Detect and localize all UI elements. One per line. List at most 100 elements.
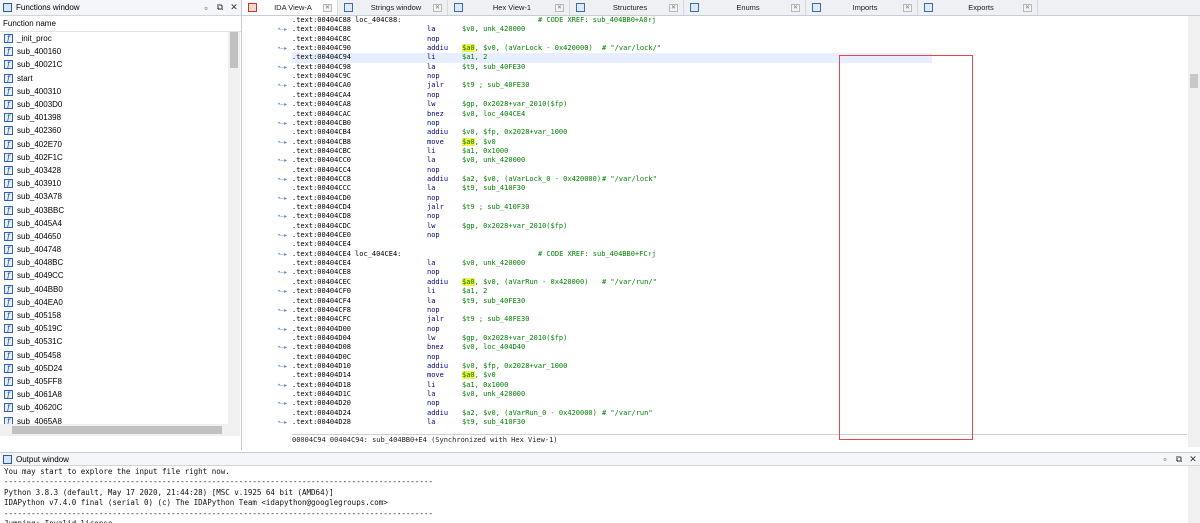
close-icon[interactable]: ✕ (1186, 454, 1200, 465)
instruction-operands[interactable]: $a0, $v0 (462, 371, 496, 380)
tab-hex-view-1[interactable]: Hex View-1 ✕ (448, 0, 570, 15)
function-list-item[interactable]: f sub_405FF8 (0, 375, 228, 388)
instruction-mnemonic[interactable]: la (427, 63, 435, 72)
disassembly-line[interactable]: .text:00404CB8 move $a0, $v0 (292, 137, 932, 147)
instruction-operands[interactable]: $a0, $v0, (aVarRun - 0x420000) (462, 277, 588, 287)
function-list-item[interactable]: f sub_40620C (0, 401, 228, 414)
function-list-item[interactable]: f _init_proc (0, 32, 228, 45)
disassembly-line[interactable]: .text:00404CD0 nop (292, 194, 932, 203)
output-vertical-scrollbar[interactable] (1188, 466, 1200, 523)
instruction-mnemonic[interactable]: la (427, 259, 435, 268)
instruction-mnemonic[interactable]: addiu (427, 44, 448, 53)
disassembly-line[interactable]: .text:00404D28 la $t9, sub_410F30 (292, 418, 932, 427)
instruction-mnemonic[interactable]: li (427, 147, 435, 156)
disassembly-line[interactable]: .text:00404CE4 la $v0, unk_420000 (292, 259, 932, 268)
instruction-mnemonic[interactable]: li (427, 381, 435, 390)
instruction-mnemonic[interactable]: nop (427, 166, 440, 175)
function-list-item[interactable]: f sub_4048BC (0, 256, 228, 269)
tab-close-icon[interactable]: ✕ (669, 3, 678, 12)
function-list[interactable]: f _init_proc f sub_400160 f sub_40021C f start f… (0, 32, 228, 424)
disassembly-line[interactable]: .text:00404CAC bnez $v0, loc_404CE4 (292, 110, 932, 119)
function-list-item[interactable]: f sub_403A78 (0, 190, 228, 203)
tab-close-icon[interactable]: ✕ (1023, 3, 1032, 12)
restore-icon[interactable]: ▫ (199, 3, 213, 13)
register-highlight[interactable]: $a0 (462, 44, 475, 53)
instruction-operands[interactable]: $gp, 0x2028+var_2010($fp) (462, 100, 567, 109)
output-log[interactable]: You may start to explore the input file … (4, 467, 1184, 523)
disassembly-line[interactable]: .text:00404CE4 (292, 240, 932, 249)
disassembly-line[interactable]: .text:00404C8C nop (292, 35, 932, 44)
float-icon[interactable]: ⧉ (1172, 454, 1186, 465)
scrollbar-thumb[interactable] (1190, 74, 1198, 88)
tab-close-icon[interactable]: ✕ (555, 3, 564, 12)
function-list-item[interactable]: f start (0, 72, 228, 85)
instruction-mnemonic[interactable]: la (427, 25, 435, 34)
instruction-mnemonic[interactable]: addiu (427, 409, 448, 418)
instruction-mnemonic[interactable]: addiu (427, 362, 448, 371)
instruction-operands[interactable]: $a1, 0x1000 (462, 381, 508, 390)
function-list-item[interactable]: f sub_403BBC (0, 203, 228, 216)
disassembly-line[interactable]: .text:00404CF0 li $a1, 2 (292, 287, 932, 296)
function-list-item[interactable]: f sub_4003D0 (0, 98, 228, 111)
disassembly-line[interactable]: .text:00404CA0 jalr $t9 ; sub_40FE30 (292, 81, 932, 90)
tab-structures[interactable]: Structures ✕ (570, 0, 684, 15)
disassembly-line[interactable]: .text:00404D0C nop (292, 353, 932, 362)
instruction-mnemonic[interactable]: nop (427, 353, 440, 362)
instruction-mnemonic[interactable]: nop (427, 306, 440, 315)
tab-ida-view-a[interactable]: IDA View-A ✕ (242, 0, 338, 15)
instruction-mnemonic[interactable]: nop (427, 212, 440, 221)
instruction-operands[interactable]: $t9 ; sub_40FE30 (462, 315, 529, 324)
register-highlight[interactable]: $a0 (462, 371, 475, 380)
instruction-mnemonic[interactable]: nop (427, 399, 440, 408)
disassembly-line[interactable]: .text:00404CC0 la $v0, unk_420000 (292, 156, 932, 165)
function-list-item[interactable]: f sub_402F1C (0, 151, 228, 164)
instruction-mnemonic[interactable]: li (427, 287, 435, 296)
tab-strings-window[interactable]: Strings window ✕ (338, 0, 448, 15)
instruction-operands[interactable]: $v0, $fp, 0x2028+var_1000 (462, 128, 567, 137)
disassembly-line[interactable]: .text:00404CC8 addiu $a2, $v0, (aVarLock_0… (292, 175, 932, 184)
function-list-item[interactable]: f sub_404EA0 (0, 296, 228, 309)
instruction-operands[interactable]: $t9 ; sub_410F30 (462, 203, 529, 212)
functions-vertical-scrollbar[interactable] (228, 32, 240, 424)
disassembly-line[interactable]: .text:00404D04 lw $gp, 0x2028+var_2010($fp… (292, 334, 932, 343)
instruction-operands[interactable]: $v0, unk_420000 (462, 390, 525, 399)
instruction-mnemonic[interactable]: la (427, 390, 435, 399)
instruction-operands[interactable]: $gp, 0x2028+var_2010($fp) (462, 222, 567, 231)
tab-close-icon[interactable]: ✕ (903, 3, 912, 12)
instruction-operands[interactable]: $gp, 0x2028+var_2010($fp) (462, 334, 567, 343)
instruction-operands[interactable]: $t9, sub_410F30 (462, 184, 525, 193)
float-icon[interactable]: ⧉ (213, 2, 227, 13)
instruction-operands[interactable]: $v0, unk_420000 (462, 259, 525, 268)
disassembly-line[interactable]: .text:00404CDC lw $gp, 0x2028+var_2010($fp… (292, 222, 932, 231)
instruction-operands[interactable]: $v0, loc_404D40 (462, 343, 525, 352)
instruction-operands[interactable]: $a0, $v0, (aVarLock - 0x420000) (462, 44, 593, 53)
instruction-operands[interactable]: $a1, 0x1000 (462, 147, 508, 156)
function-list-item[interactable]: f sub_4045A4 (0, 217, 228, 230)
instruction-operands[interactable]: $a0, $v0 (462, 137, 496, 147)
instruction-mnemonic[interactable]: jalr (427, 315, 444, 324)
instruction-mnemonic[interactable]: bnez (427, 343, 444, 352)
function-list-item[interactable]: f sub_405D24 (0, 362, 228, 375)
function-list-item[interactable]: f sub_4065A8 (0, 414, 228, 424)
function-list-item[interactable]: f sub_404650 (0, 230, 228, 243)
disassembly-line[interactable]: .text:00404CCC la $t9, sub_410F30 (292, 184, 932, 193)
instruction-mnemonic[interactable]: nop (427, 72, 440, 81)
code-label[interactable]: loc_404CE4: (355, 250, 401, 258)
tab-close-icon[interactable]: ✕ (323, 3, 332, 12)
disassembly-line[interactable]: .text:00404D08 bnez $v0, loc_404D40 (292, 343, 932, 352)
function-name-column-header[interactable]: Function name (0, 16, 241, 32)
tab-imports[interactable]: Imports ✕ (806, 0, 918, 15)
instruction-operands[interactable]: $t9 ; sub_40FE30 (462, 81, 529, 90)
instruction-mnemonic[interactable]: move (427, 371, 444, 380)
instruction-operands[interactable]: $t9, sub_40FE30 (462, 297, 525, 306)
instruction-operands[interactable]: $v0, loc_404CE4 (462, 110, 525, 119)
disassembly-line[interactable]: .text:00404D00 nop (292, 325, 932, 334)
disassembly-line[interactable]: .text:00404CC4 nop (292, 166, 932, 175)
instruction-mnemonic[interactable]: addiu (427, 128, 448, 137)
disassembly-line[interactable]: .text:00404CB0 nop (292, 119, 932, 128)
disassembly-line[interactable]: .text:00404C88 la $v0, unk_420000 (292, 25, 932, 34)
function-list-item[interactable]: f sub_40531C (0, 335, 228, 348)
ida-view-a[interactable]: •—▸ •—▸ •—▸ •—▸ •—▸ •—▸ •—▸ •—▸ •—▸ •—▸ •—▸ •—▸ •—▸ •… (242, 16, 1200, 447)
scrollbar-thumb[interactable] (230, 32, 238, 68)
disassembly-line[interactable]: .text:00404CA4 nop (292, 91, 932, 100)
